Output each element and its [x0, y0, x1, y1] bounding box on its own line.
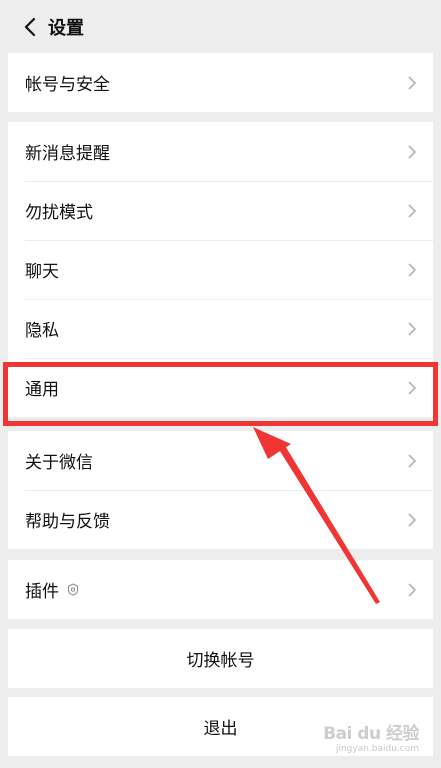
settings-item-notifications[interactable]: 新消息提醒	[8, 122, 433, 181]
settings-item-label: 勿扰模式	[25, 203, 93, 223]
chevron-right-icon	[408, 203, 417, 218]
plugins-group: 插件	[8, 560, 433, 619]
settings-item-label: 聊天	[25, 262, 59, 282]
chevron-right-icon	[408, 321, 417, 336]
watermark-logo: Bai du 经验	[323, 724, 419, 744]
settings-item-label: 关于微信	[25, 453, 93, 473]
settings-item-help-feedback[interactable]: 帮助与反馈	[8, 490, 433, 549]
settings-item-plugins[interactable]: 插件	[8, 560, 433, 619]
chevron-right-icon	[408, 380, 417, 395]
account-group: 帐号与安全	[8, 53, 433, 112]
watermark-url: jingyan.baidu.com	[335, 744, 419, 754]
chevron-right-icon	[408, 75, 417, 90]
page-title: 设置	[48, 17, 84, 39]
settings-item-label: 帐号与安全	[25, 75, 110, 95]
chevron-right-icon	[408, 582, 417, 597]
settings-item-about[interactable]: 关于微信	[8, 431, 433, 490]
chevron-left-icon	[24, 17, 36, 36]
settings-item-label: 插件	[25, 582, 59, 602]
main-group: 新消息提醒 勿扰模式 聊天 隐私 通用	[8, 122, 433, 417]
settings-item-general[interactable]: 通用	[8, 358, 433, 417]
plugin-icon	[68, 583, 78, 596]
settings-item-account-security[interactable]: 帐号与安全	[8, 53, 433, 112]
switch-account-button[interactable]: 切换帐号	[8, 629, 433, 688]
settings-item-label: 新消息提醒	[25, 144, 110, 164]
settings-item-label: 帮助与反馈	[25, 512, 110, 532]
chevron-right-icon	[408, 144, 417, 159]
settings-item-label: 隐私	[25, 321, 59, 341]
chevron-right-icon	[408, 262, 417, 277]
settings-item-privacy[interactable]: 隐私	[8, 299, 433, 358]
chevron-right-icon	[408, 512, 417, 527]
back-button[interactable]	[10, 0, 50, 53]
nav-header: 设置	[8, 0, 433, 53]
watermark: Bai du 经验 jingyan.baidu.com	[323, 726, 419, 754]
about-group: 关于微信 帮助与反馈	[8, 431, 433, 549]
chevron-right-icon	[408, 453, 417, 468]
settings-item-do-not-disturb[interactable]: 勿扰模式	[8, 181, 433, 240]
settings-item-chat[interactable]: 聊天	[8, 240, 433, 299]
settings-item-label: 通用	[25, 380, 59, 400]
